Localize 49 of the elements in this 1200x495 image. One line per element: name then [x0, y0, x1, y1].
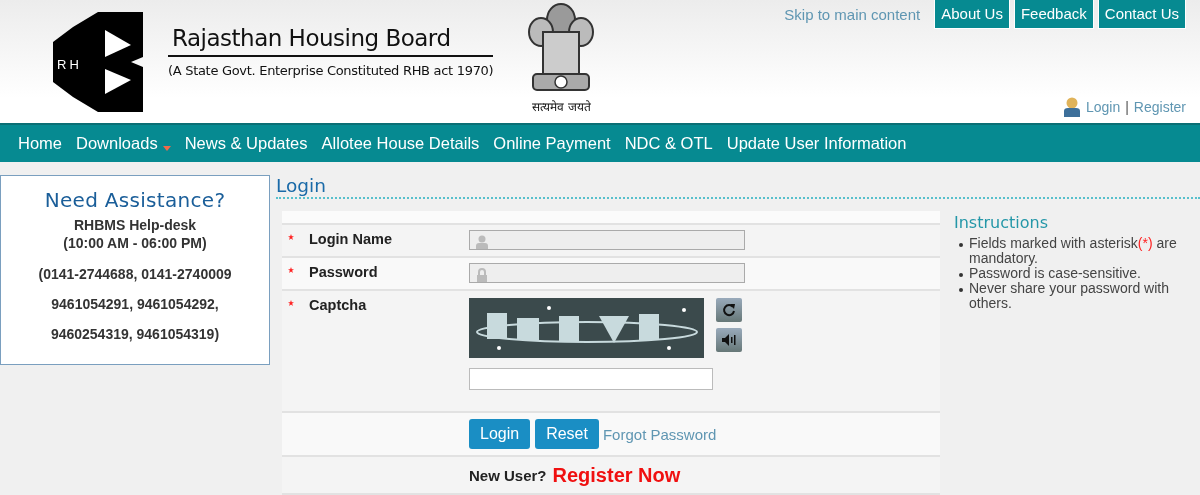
user-icon	[1062, 97, 1081, 117]
forgot-password-link[interactable]: Forgot Password	[602, 425, 717, 443]
login-button[interactable]: Login	[469, 419, 531, 449]
nav-item[interactable]: Downloads	[69, 134, 178, 153]
site-subtitle: (A State Govt. Enterprise Constituted RHB act 1970)	[168, 63, 494, 78]
emblem-motto: सत्यमेव जयते	[532, 99, 591, 115]
user-icon	[476, 235, 488, 249]
separator: |	[1125, 99, 1129, 115]
register-now-link[interactable]: Register Now	[552, 463, 681, 487]
bullet-icon	[959, 243, 963, 247]
skip-link[interactable]: Skip to main content	[784, 0, 929, 23]
instruction-text: Never share your password with others.	[969, 281, 1170, 311]
assistance-title: Need Assistance?	[44, 188, 226, 212]
nav-item[interactable]: Home	[11, 134, 69, 153]
nav-item[interactable]: Online Payment	[486, 134, 618, 153]
field-label: Password	[309, 264, 378, 280]
nav-item[interactable]: News & Updates	[177, 134, 315, 153]
instruction-text: Password is case-sensitive.	[969, 266, 1141, 281]
nav-item[interactable]: Allotee House Details	[314, 134, 487, 153]
input-field[interactable]	[469, 263, 745, 283]
refresh-icon	[722, 303, 736, 317]
login-heading: Login	[276, 175, 1200, 199]
helpdesk-text: 9461054291, 9461054292,	[51, 296, 219, 312]
captcha-input[interactable]	[469, 368, 713, 390]
field-label: Captcha	[309, 297, 367, 313]
audio-button[interactable]	[716, 328, 742, 352]
nav-item[interactable]: Update User Information	[719, 134, 914, 153]
nav-item[interactable]: NDC & OTL	[617, 134, 720, 153]
header-link[interactable]: Login	[1085, 99, 1121, 115]
helpdesk-text: (0141-2744688, 0141-2740009	[38, 266, 232, 282]
top-nav-button[interactable]: About Us	[934, 0, 1010, 29]
instructions-heading: Instructions	[954, 213, 1049, 232]
header-link[interactable]: Register	[1133, 99, 1186, 115]
refresh-button[interactable]	[716, 298, 742, 322]
top-nav-button[interactable]: Feedback	[1013, 0, 1094, 29]
helpdesk-text: RHBMS Help-desk	[73, 216, 197, 234]
helpdesk-text: 9460254319, 9461054319)	[50, 326, 220, 342]
bullet-icon	[959, 288, 963, 292]
site-title: Rajasthan Housing Board	[168, 25, 494, 57]
lock-icon	[476, 268, 488, 282]
bullet-icon	[959, 273, 963, 277]
input-field[interactable]	[469, 230, 745, 250]
speaker-icon	[722, 334, 736, 346]
field-label: Login Name	[309, 231, 392, 247]
helpdesk-text: (10:00 AM - 06:00 PM)	[63, 234, 207, 252]
instruction-text: Fields marked with asterisk(*) are mandatory.	[969, 236, 1178, 266]
reset-button[interactable]: Reset	[535, 419, 599, 449]
new-user-text: New User?	[469, 466, 547, 484]
top-nav-button[interactable]: Contact Us	[1097, 0, 1186, 29]
